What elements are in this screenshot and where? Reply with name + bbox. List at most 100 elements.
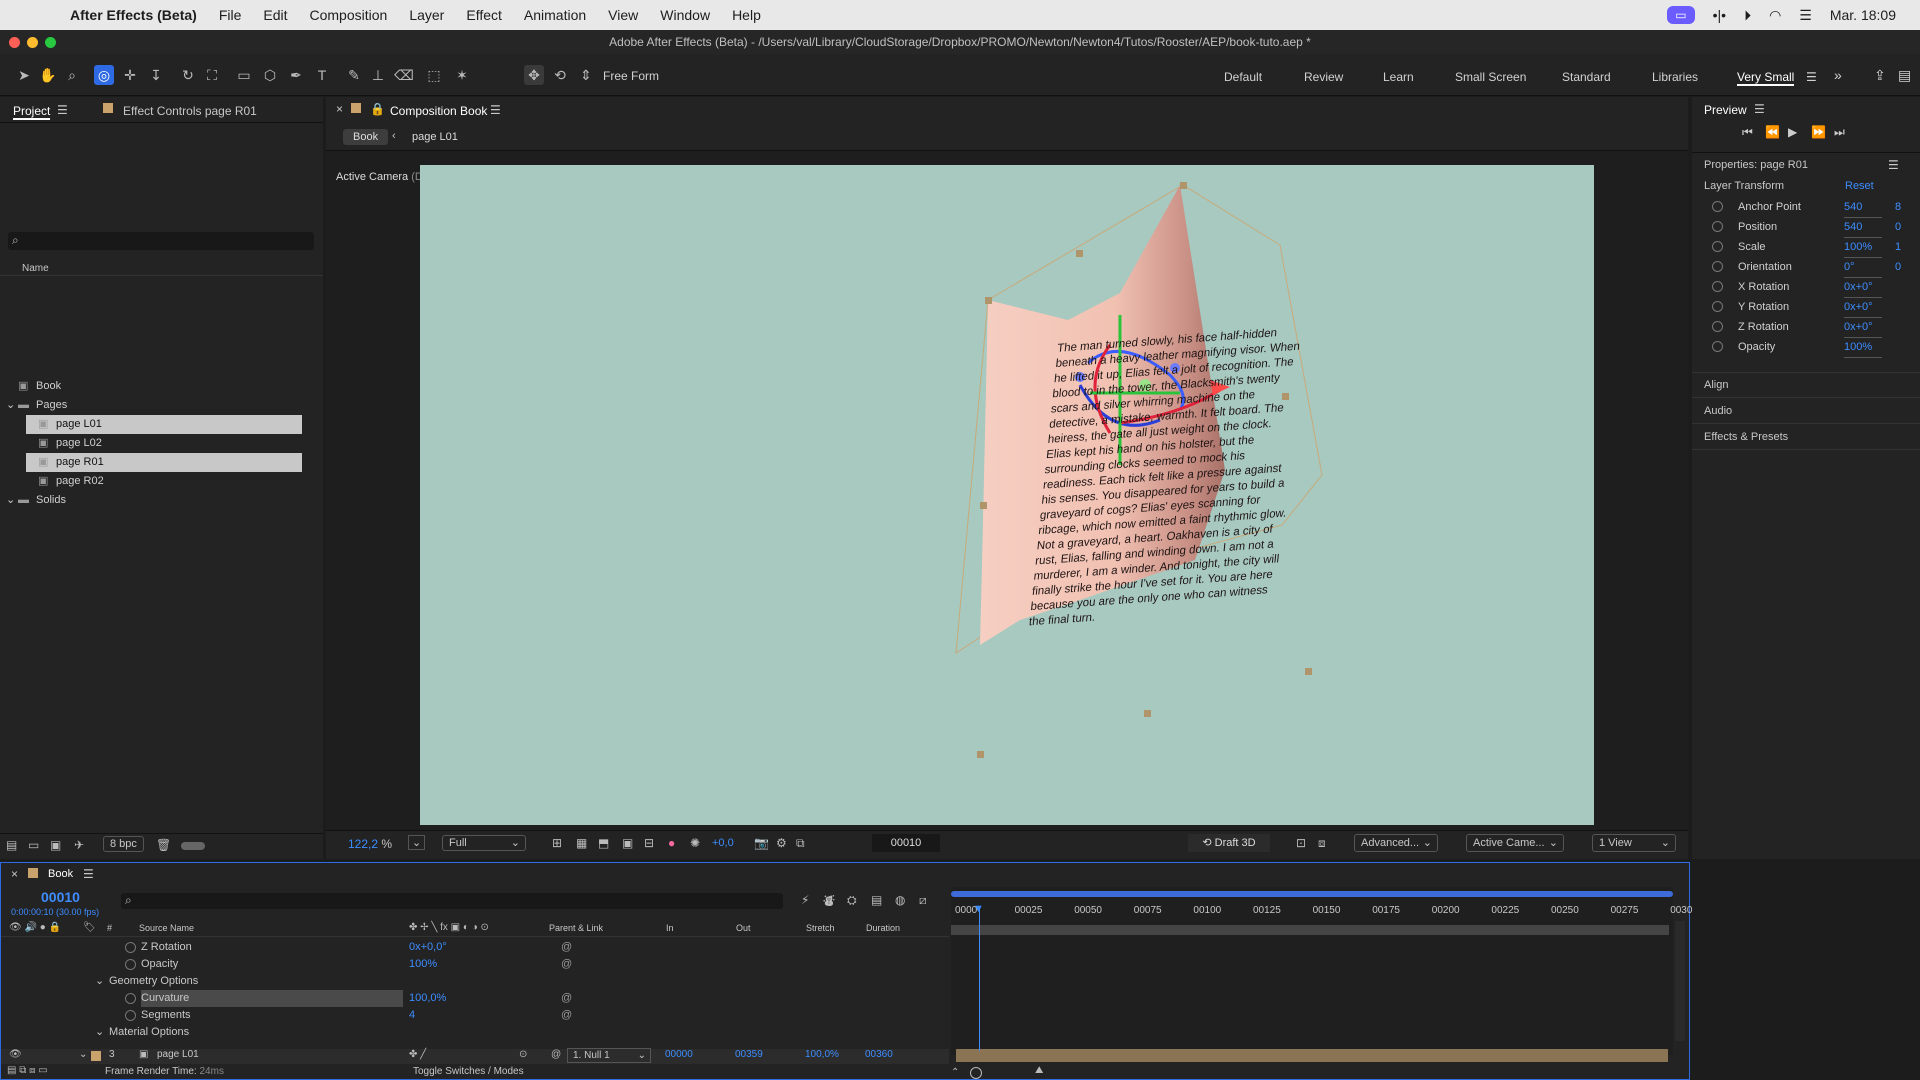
footer-icons[interactable]: ▤ ⧉ ⧈ ▭: [7, 1065, 48, 1076]
graph-editor-icon[interactable]: ◍: [895, 893, 905, 907]
tab-composition-book[interactable]: Composition Book: [390, 104, 487, 118]
stopwatch-icon[interactable]: [125, 993, 136, 1004]
app-name[interactable]: After Effects (Beta): [70, 7, 197, 23]
advanced-dropdown[interactable]: Advanced... ⌄: [1354, 834, 1438, 852]
column-in[interactable]: In: [666, 923, 674, 933]
close-timeline-tab-icon[interactable]: ×: [11, 867, 18, 881]
next-frame-icon[interactable]: ⏩: [1811, 125, 1826, 139]
pick-whip-icon[interactable]: @: [551, 1049, 561, 1060]
zoom-readout[interactable]: 122,2 %: [348, 837, 392, 851]
project-item[interactable]: ▬ Solids ⌄: [0, 491, 320, 510]
current-time-indicator[interactable]: [979, 907, 980, 1051]
playhead-icon[interactable]: ▼: [973, 903, 984, 915]
extended-viewer-icon[interactable]: ⧈: [1318, 836, 1326, 851]
layer-stretch[interactable]: 100,0%: [805, 1049, 839, 1060]
render-queue-icon[interactable]: ✈: [74, 838, 84, 852]
menu-view[interactable]: View: [608, 7, 638, 23]
property-value-1[interactable]: 540: [1844, 197, 1882, 218]
3d-rotate-gizmo-icon[interactable]: ⟲: [550, 65, 570, 85]
property-value-1[interactable]: 0°: [1844, 257, 1882, 278]
dolly-camera-tool-icon[interactable]: ↧: [146, 65, 166, 85]
play-icon[interactable]: ▶: [1788, 125, 1797, 139]
new-composition-icon[interactable]: ▣: [50, 838, 61, 852]
zoom-dropdown-icon[interactable]: ⌄: [408, 835, 426, 850]
workspace-very-small[interactable]: Very Small: [1737, 70, 1795, 86]
twirl-icon[interactable]: ⌄: [95, 1024, 104, 1041]
more-workspaces-icon[interactable]: »: [1834, 67, 1842, 83]
timeline-property-value[interactable]: 100,0%: [409, 990, 446, 1007]
type-tool-icon[interactable]: T: [312, 65, 332, 85]
column-parent-link[interactable]: Parent & Link: [549, 923, 603, 933]
timeline-property-value[interactable]: 0x+0,0°: [409, 939, 447, 956]
clone-stamp-tool-icon[interactable]: ⊥: [368, 65, 388, 85]
comments-icon[interactable]: ▤: [1898, 67, 1911, 84]
lock-icon[interactable]: 🔒: [370, 102, 385, 116]
layer-label-swatch[interactable]: [91, 1051, 101, 1061]
orbit-camera-tool-icon[interactable]: ◎: [94, 65, 114, 85]
tab-effect-controls[interactable]: Effect Controls page R01: [123, 104, 257, 118]
expression-pick-whip-icon[interactable]: @: [561, 939, 572, 956]
comp-viewport[interactable]: The man turned slowly, his face half-hid…: [420, 165, 1594, 825]
rotation-tool-icon[interactable]: ↻: [178, 65, 198, 85]
timeline-property-value[interactable]: 100%: [409, 956, 437, 973]
stopwatch-icon[interactable]: [1712, 301, 1723, 312]
eraser-tool-icon[interactable]: ⌫: [394, 65, 414, 85]
delete-icon[interactable]: 🗑: [156, 838, 171, 852]
layer-3d-switch-icon[interactable]: ✤ ╱: [409, 1049, 426, 1060]
timeline-property-row[interactable]: ⌄ Geometry Options: [1, 973, 951, 990]
region-of-interest-icon[interactable]: ▣: [622, 836, 633, 850]
timeline-property-row[interactable]: Z Rotation 0x+0,0° @: [1, 939, 951, 956]
project-search-input[interactable]: ⌕: [8, 232, 314, 250]
workspace-review[interactable]: Review: [1304, 70, 1343, 84]
color-depth-button[interactable]: 8 bpc: [103, 836, 144, 852]
layer-visibility-icon[interactable]: 👁: [9, 1049, 22, 1060]
previous-frame-icon[interactable]: ⏪: [1765, 125, 1780, 139]
menu-animation[interactable]: Animation: [524, 7, 586, 23]
guides-icon[interactable]: ⊟: [644, 836, 654, 850]
twirl-icon[interactable]: ⌄: [6, 491, 15, 510]
workspace-learn[interactable]: Learn: [1383, 70, 1414, 84]
preview-menu-icon[interactable]: ☰: [1754, 102, 1765, 116]
layer-twirl-icon[interactable]: ⌄: [79, 1049, 87, 1060]
current-time-field[interactable]: 00010: [872, 834, 940, 852]
timeline-zoom-slider[interactable]: [970, 1067, 982, 1079]
expression-pick-whip-icon[interactable]: @: [561, 990, 572, 1007]
stopwatch-icon[interactable]: [1712, 221, 1723, 232]
frame-blending-icon[interactable]: ⛭: [847, 893, 857, 908]
parent-dropdown[interactable]: 1. Null 1 ⌄: [567, 1048, 651, 1063]
shy-layers-icon[interactable]: ⛇: [823, 893, 835, 910]
workspace-standard[interactable]: Standard: [1562, 70, 1611, 84]
play-status-icon[interactable]: ⏵: [1744, 7, 1751, 24]
project-item[interactable]: ▣ Book: [0, 377, 320, 396]
brush-tool-icon[interactable]: ✎: [344, 65, 364, 85]
property-value-1[interactable]: 0x+0°: [1844, 297, 1882, 318]
color-channels-icon[interactable]: ●: [668, 836, 675, 850]
reset-exposure-icon[interactable]: ✺: [690, 836, 700, 850]
wifi-icon[interactable]: ◠: [1769, 7, 1781, 24]
pan-camera-tool-icon[interactable]: ✛: [120, 65, 140, 85]
fast-preview-icon[interactable]: ⊞: [552, 836, 562, 850]
column-out[interactable]: Out: [736, 923, 751, 933]
column-stretch[interactable]: Stretch: [806, 923, 835, 933]
preview-title[interactable]: Preview: [1704, 103, 1747, 117]
screen-share-icon[interactable]: ▭: [1667, 6, 1695, 24]
property-value-1[interactable]: 100%: [1844, 237, 1882, 258]
column-duration[interactable]: Duration: [866, 923, 900, 933]
timeline-zoom-out-icon[interactable]: ⌃: [951, 1067, 959, 1078]
property-value-1[interactable]: 100%: [1844, 337, 1882, 358]
stopwatch-icon[interactable]: [1712, 201, 1723, 212]
panel-effects-presets[interactable]: Effects & Presets: [1704, 431, 1788, 443]
show-snapshot-icon[interactable]: ⚙: [776, 836, 787, 850]
interpret-footage-icon[interactable]: ▤: [6, 838, 17, 852]
panel-align[interactable]: Align: [1704, 379, 1728, 391]
menu-file[interactable]: File: [219, 7, 242, 23]
transparency-grid-icon[interactable]: ▦: [576, 836, 587, 850]
timeline-menu-icon[interactable]: ☰: [83, 867, 94, 881]
layer-in[interactable]: 00000: [665, 1049, 693, 1060]
expression-pick-whip-icon[interactable]: @: [561, 1007, 572, 1024]
snapshot-icon[interactable]: 📷: [754, 836, 769, 850]
selection-tool-icon[interactable]: ➤: [14, 65, 34, 85]
draft-3d-icon[interactable]: ⚡: [801, 893, 809, 907]
work-area-bar[interactable]: [951, 891, 1673, 897]
new-folder-icon[interactable]: ▭: [28, 838, 39, 852]
